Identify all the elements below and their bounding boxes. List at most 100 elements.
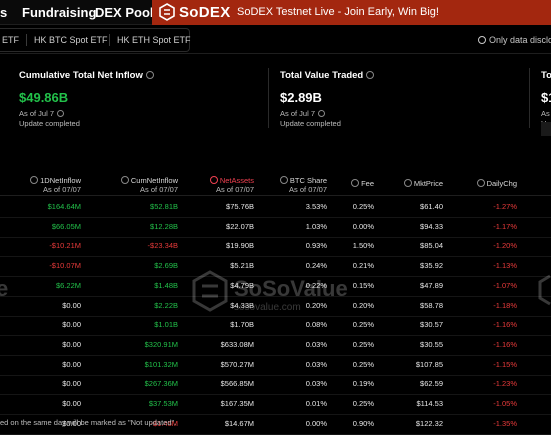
table-row[interactable]: $66.05M $12.28B $22.07B 1.03% 0.00% $94.33 -1.… (0, 217, 551, 238)
table-cell: -1.18% (493, 300, 517, 310)
nav-item-dex-pool[interactable]: DEX Pool (95, 5, 154, 20)
tab-hk-btc-spot-etf[interactable]: HK BTC Spot ETF (34, 35, 108, 45)
card-value: $1 (541, 90, 551, 105)
scroll-right-button[interactable] (541, 122, 551, 136)
card-divider (529, 68, 530, 128)
table-cell: $320.91M (144, 339, 178, 349)
nav-item-fundraising[interactable]: Fundraising (22, 5, 96, 20)
tab-etf[interactable]: ETF (2, 35, 19, 45)
table-cell: $0.00 (62, 379, 81, 389)
table-cell: 3.53% (305, 202, 327, 211)
table-cell: 0.25% (352, 320, 374, 330)
table-cell: $47.89 (420, 280, 443, 290)
card-asof: As o (541, 109, 551, 118)
table-cell: $30.57 (420, 320, 443, 330)
table-cell: $2.69B (154, 261, 178, 271)
tab-hk-eth-spot-etf[interactable]: HK ETH Spot ETF (117, 35, 191, 45)
info-icon[interactable] (279, 176, 288, 184)
table-cell: $1.01B (154, 320, 178, 330)
table-row[interactable]: $0.00 $101.32M $570.27M 0.03% 0.25% $107.85 -1… (0, 355, 551, 376)
table-row[interactable]: $0.00 $1.01B $1.70B 0.08% 0.25% $30.57 -1.16% (0, 315, 551, 337)
card-asof: As of Jul 7 (19, 109, 65, 118)
info-icon[interactable] (318, 110, 326, 117)
table-cell: $167.35M (220, 399, 254, 408)
table-cell: $107.85 (415, 359, 443, 369)
info-icon[interactable] (476, 179, 485, 187)
table-row[interactable]: -$10.21M -$23.34B $19.90B 0.93% 1.50% $85.04 -… (0, 236, 551, 258)
col-fee[interactable]: Fee (351, 179, 374, 188)
data-notice-text: Only data disclose (489, 35, 551, 45)
watermark-fragment (538, 274, 551, 306)
table-cell: $52.81B (150, 202, 178, 211)
table-row[interactable]: $164.64M $52.81B $75.76B 3.53% 0.25% $61.40 -1… (0, 197, 551, 218)
table-cell: $0.00 (62, 339, 81, 349)
info-icon[interactable] (403, 179, 412, 187)
nav-item-cut[interactable]: s (0, 5, 7, 20)
table-cell: $35.92 (420, 261, 443, 271)
table-cell: 1.03% (305, 221, 327, 231)
col-net-assets[interactable]: NetAssets As of 07/07 (209, 176, 254, 194)
etf-tab-group: ETF HK BTC Spot ETF HK ETH Spot ETF (0, 28, 191, 52)
sodex-logo-icon (159, 3, 175, 21)
card-value: $49.86B (19, 90, 69, 105)
table-cell: 0.19% (352, 379, 374, 389)
table-cell: $66.05M (51, 221, 81, 231)
table-cell: $62.59 (420, 379, 443, 389)
card-status: Update completed (19, 119, 80, 128)
table-cell: -1.15% (493, 359, 517, 369)
data-notice: Only data disclose (478, 35, 551, 45)
promo-banner[interactable]: SoDEX SoDEX Testnet Live - Join Early, W… (152, 0, 551, 25)
col-cum-net-inflow[interactable]: CumNetInflow As of 07/07 (120, 176, 178, 194)
promo-brand: SoDEX (179, 4, 231, 21)
table-cell: $633.08M (220, 339, 254, 349)
info-icon[interactable] (351, 179, 360, 187)
table-cell: $0.00 (62, 300, 81, 310)
promo-text: SoDEX Testnet Live - Join Early, Win Big… (237, 6, 439, 18)
info-icon[interactable] (145, 71, 154, 79)
watermark-url: sosovalue.com (234, 302, 301, 313)
table-cell: $61.40 (420, 202, 443, 211)
table-cell: $114.53 (416, 399, 443, 408)
col-btc-share[interactable]: BTC Share As of 07/07 (279, 176, 327, 194)
table-cell: $85.04 (420, 241, 443, 251)
info-icon[interactable] (209, 176, 218, 184)
table-cell: $30.55 (420, 339, 443, 349)
info-icon[interactable] (120, 176, 129, 184)
info-icon[interactable] (30, 176, 39, 184)
table-cell: -1.07% (493, 280, 517, 290)
table-cell: $267.36M (144, 379, 178, 389)
table-cell: -1.35% (493, 418, 517, 428)
table-cell: $101.32M (144, 359, 178, 369)
table-cell: $0.00 (62, 320, 81, 330)
card-status: Update completed (280, 119, 341, 128)
card-value: $2.89B (280, 90, 322, 105)
table-cell: $566.85M (220, 379, 254, 389)
table-cell: -$10.07M (49, 261, 81, 271)
table-cell: -$10.21M (49, 241, 81, 251)
card-asof: As of Jul 7 (280, 109, 326, 118)
clock-icon (478, 36, 486, 44)
info-icon[interactable] (57, 110, 65, 117)
tab-divider (26, 34, 27, 46)
table-cell: 0.01% (305, 399, 327, 408)
col-1d-net-inflow[interactable]: 1DNetInflow As of 07/07 (30, 176, 81, 194)
col-mkt-price[interactable]: MktPrice (403, 179, 443, 188)
table-cell: $75.76B (226, 202, 254, 211)
info-icon[interactable] (366, 71, 375, 79)
table-row[interactable]: $0.00 $320.91M $633.08M 0.03% 0.25% $30.55 -1.… (0, 335, 551, 356)
table-cell: $164.64M (47, 202, 81, 211)
table-cell: 0.90% (352, 418, 374, 428)
table-cell: -1.27% (493, 202, 517, 211)
table-cell: $14.67M (224, 418, 254, 428)
table-cell: 0.25% (352, 359, 374, 369)
tab-divider (109, 34, 110, 46)
table-cell: 0.08% (305, 320, 327, 330)
table-row[interactable]: $0.00 $37.53M $167.35M 0.01% 0.25% $114.53 -1.… (0, 394, 551, 415)
table-cell: -1.17% (493, 221, 517, 231)
table-cell: $0.00 (62, 359, 81, 369)
table-cell: -1.13% (493, 261, 517, 271)
col-daily-chg[interactable]: DailyChg (476, 179, 517, 188)
table-cell: $58.78 (420, 300, 443, 310)
watermark-fragment: e (0, 276, 8, 301)
table-row[interactable]: $0.00 $267.36M $566.85M 0.03% 0.19% $62.59 -1.… (0, 374, 551, 396)
